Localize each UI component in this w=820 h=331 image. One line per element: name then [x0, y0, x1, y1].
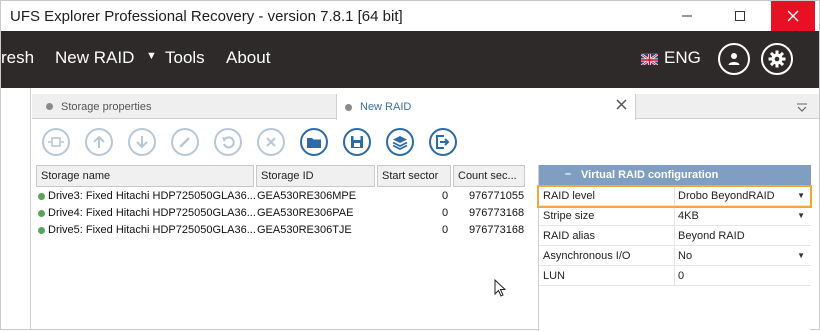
stripe-size-select[interactable]: 4KB — [678, 210, 699, 222]
menu-item-refresh[interactable]: resh — [1, 48, 34, 68]
drive-status-dot — [38, 210, 45, 217]
tab-status-dot — [345, 103, 352, 111]
chevron-down-icon[interactable]: ▼ — [797, 211, 805, 220]
raid-alias-field[interactable]: Beyond RAID — [678, 230, 745, 242]
lun-field[interactable]: 0 — [678, 270, 684, 282]
edit-button[interactable] — [171, 128, 199, 156]
remove-icon — [266, 137, 276, 147]
chevron-down-icon — [797, 103, 807, 112]
drive-status-dot — [38, 193, 45, 200]
tab-storage-properties[interactable]: Storage properties — [46, 94, 316, 119]
menu-item-about[interactable]: About — [226, 48, 270, 68]
storage-name-cell: Drive5: Fixed Hitachi HDP725050GLA36... — [48, 224, 256, 236]
tab-label: Storage properties — [61, 100, 152, 113]
chevron-down-icon[interactable]: ▼ — [797, 251, 805, 260]
replace-drive-button[interactable] — [42, 128, 70, 156]
new-raid-dropdown-arrow[interactable]: ▼ — [146, 50, 157, 62]
close-window-button[interactable] — [771, 1, 815, 31]
column-header-count-sectors[interactable]: Count sec... — [453, 165, 525, 187]
config-row-async-io[interactable]: Asynchronous I/O No ▼ — [539, 246, 811, 266]
maximize-icon — [735, 11, 745, 21]
move-up-button[interactable] — [85, 128, 113, 156]
mouse-cursor-icon — [494, 278, 507, 302]
column-header-start-sector[interactable]: Start sector — [377, 165, 451, 187]
tab-label: New RAID — [360, 101, 412, 113]
table-row[interactable]: Drive5: Fixed Hitachi HDP725050GLA36... … — [36, 222, 534, 239]
move-down-button[interactable] — [128, 128, 156, 156]
remove-button[interactable] — [257, 128, 285, 156]
column-header-storage-name[interactable]: Storage name — [36, 165, 254, 187]
storage-name-cell: Drive4: Fixed Hitachi HDP725050GLA36... — [48, 207, 256, 219]
gear-icon — [768, 50, 786, 68]
minimize-button[interactable] — [665, 1, 709, 31]
config-row-lun[interactable]: LUN 0 — [539, 266, 811, 286]
edit-icon — [179, 137, 190, 148]
column-header-storage-id[interactable]: Storage ID — [256, 165, 375, 187]
title-bar: UFS Explorer Professional Recovery - ver… — [1, 1, 819, 31]
table-row[interactable]: Drive3: Fixed Hitachi HDP725050GLA36... … — [36, 188, 534, 205]
user-icon — [728, 53, 740, 65]
tab-list-menu-button[interactable] — [796, 100, 808, 118]
config-panel-header[interactable]: – Virtual RAID configuration — [539, 165, 811, 185]
minimize-icon — [682, 15, 692, 17]
settings-button[interactable] — [761, 43, 793, 75]
menu-item-tools[interactable]: Tools — [165, 48, 205, 68]
save-button[interactable] — [343, 128, 371, 156]
count-sectors-cell: 976773168 — [469, 207, 525, 219]
config-key: LUN — [543, 270, 566, 282]
export-button[interactable] — [429, 128, 457, 156]
config-key: Asynchronous I/O — [543, 250, 631, 262]
language-selector[interactable]: ENG — [664, 48, 701, 68]
count-sectors-cell: 976771055 — [469, 190, 525, 202]
layers-icon — [392, 135, 408, 150]
start-sector-cell: 0 — [442, 190, 449, 202]
open-button[interactable] — [300, 128, 328, 156]
tab-new-raid[interactable]: New RAID — [336, 94, 636, 120]
count-sectors-cell: 976773168 — [469, 224, 525, 236]
menu-item-new-raid[interactable]: New RAID — [55, 48, 134, 68]
undo-icon — [222, 136, 235, 149]
config-key: Stripe size — [543, 210, 595, 222]
storage-id-cell: GEA530RE306MPE — [257, 190, 357, 202]
save-icon — [351, 136, 363, 148]
close-icon — [616, 99, 627, 110]
config-row-raid-alias[interactable]: RAID alias Beyond RAID — [539, 226, 811, 246]
raid-replace-icon — [48, 137, 64, 147]
async-io-select[interactable]: No — [678, 250, 692, 262]
storage-name-cell: Drive3: Fixed Hitachi HDP725050GLA36... — [48, 190, 256, 202]
raid-level-highlight — [537, 185, 812, 208]
undo-button[interactable] — [214, 128, 242, 156]
start-sector-cell: 0 — [442, 224, 449, 236]
storage-id-cell: GEA530RE306TJE — [257, 224, 352, 236]
start-sector-cell: 0 — [442, 207, 449, 219]
tab-bar: Storage properties New RAID — [32, 94, 819, 120]
drive-status-dot — [38, 227, 45, 234]
close-icon — [787, 10, 799, 22]
app-window: UFS Explorer Professional Recovery - ver… — [0, 0, 820, 331]
raid-toolbar — [32, 120, 819, 164]
config-row-stripe-size[interactable]: Stripe size 4KB ▼ — [539, 206, 811, 226]
storage-id-cell: GEA530RE306PAE — [257, 207, 354, 219]
table-row[interactable]: Drive4: Fixed Hitachi HDP725050GLA36... … — [36, 205, 534, 222]
down-icon — [136, 136, 148, 149]
uk-flag-icon — [641, 53, 658, 65]
window-title: UFS Explorer Professional Recovery - ver… — [10, 8, 403, 25]
storage-table: Storage name Storage ID Start sector Cou… — [36, 165, 534, 331]
collapse-icon: – — [565, 168, 572, 180]
config-panel-title: Virtual RAID configuration — [581, 169, 719, 181]
close-tab-button[interactable] — [616, 99, 627, 113]
left-panel-strip — [1, 88, 31, 329]
export-icon — [436, 135, 450, 149]
open-folder-icon — [307, 137, 321, 148]
config-key: RAID alias — [543, 230, 595, 242]
build-raid-button[interactable] — [386, 128, 414, 156]
tab-status-dot — [46, 103, 53, 110]
user-account-button[interactable] — [718, 43, 750, 75]
maximize-button[interactable] — [718, 1, 762, 31]
menu-bar: resh New RAID ▼ Tools About ENG — [1, 31, 819, 88]
up-icon — [93, 135, 105, 148]
